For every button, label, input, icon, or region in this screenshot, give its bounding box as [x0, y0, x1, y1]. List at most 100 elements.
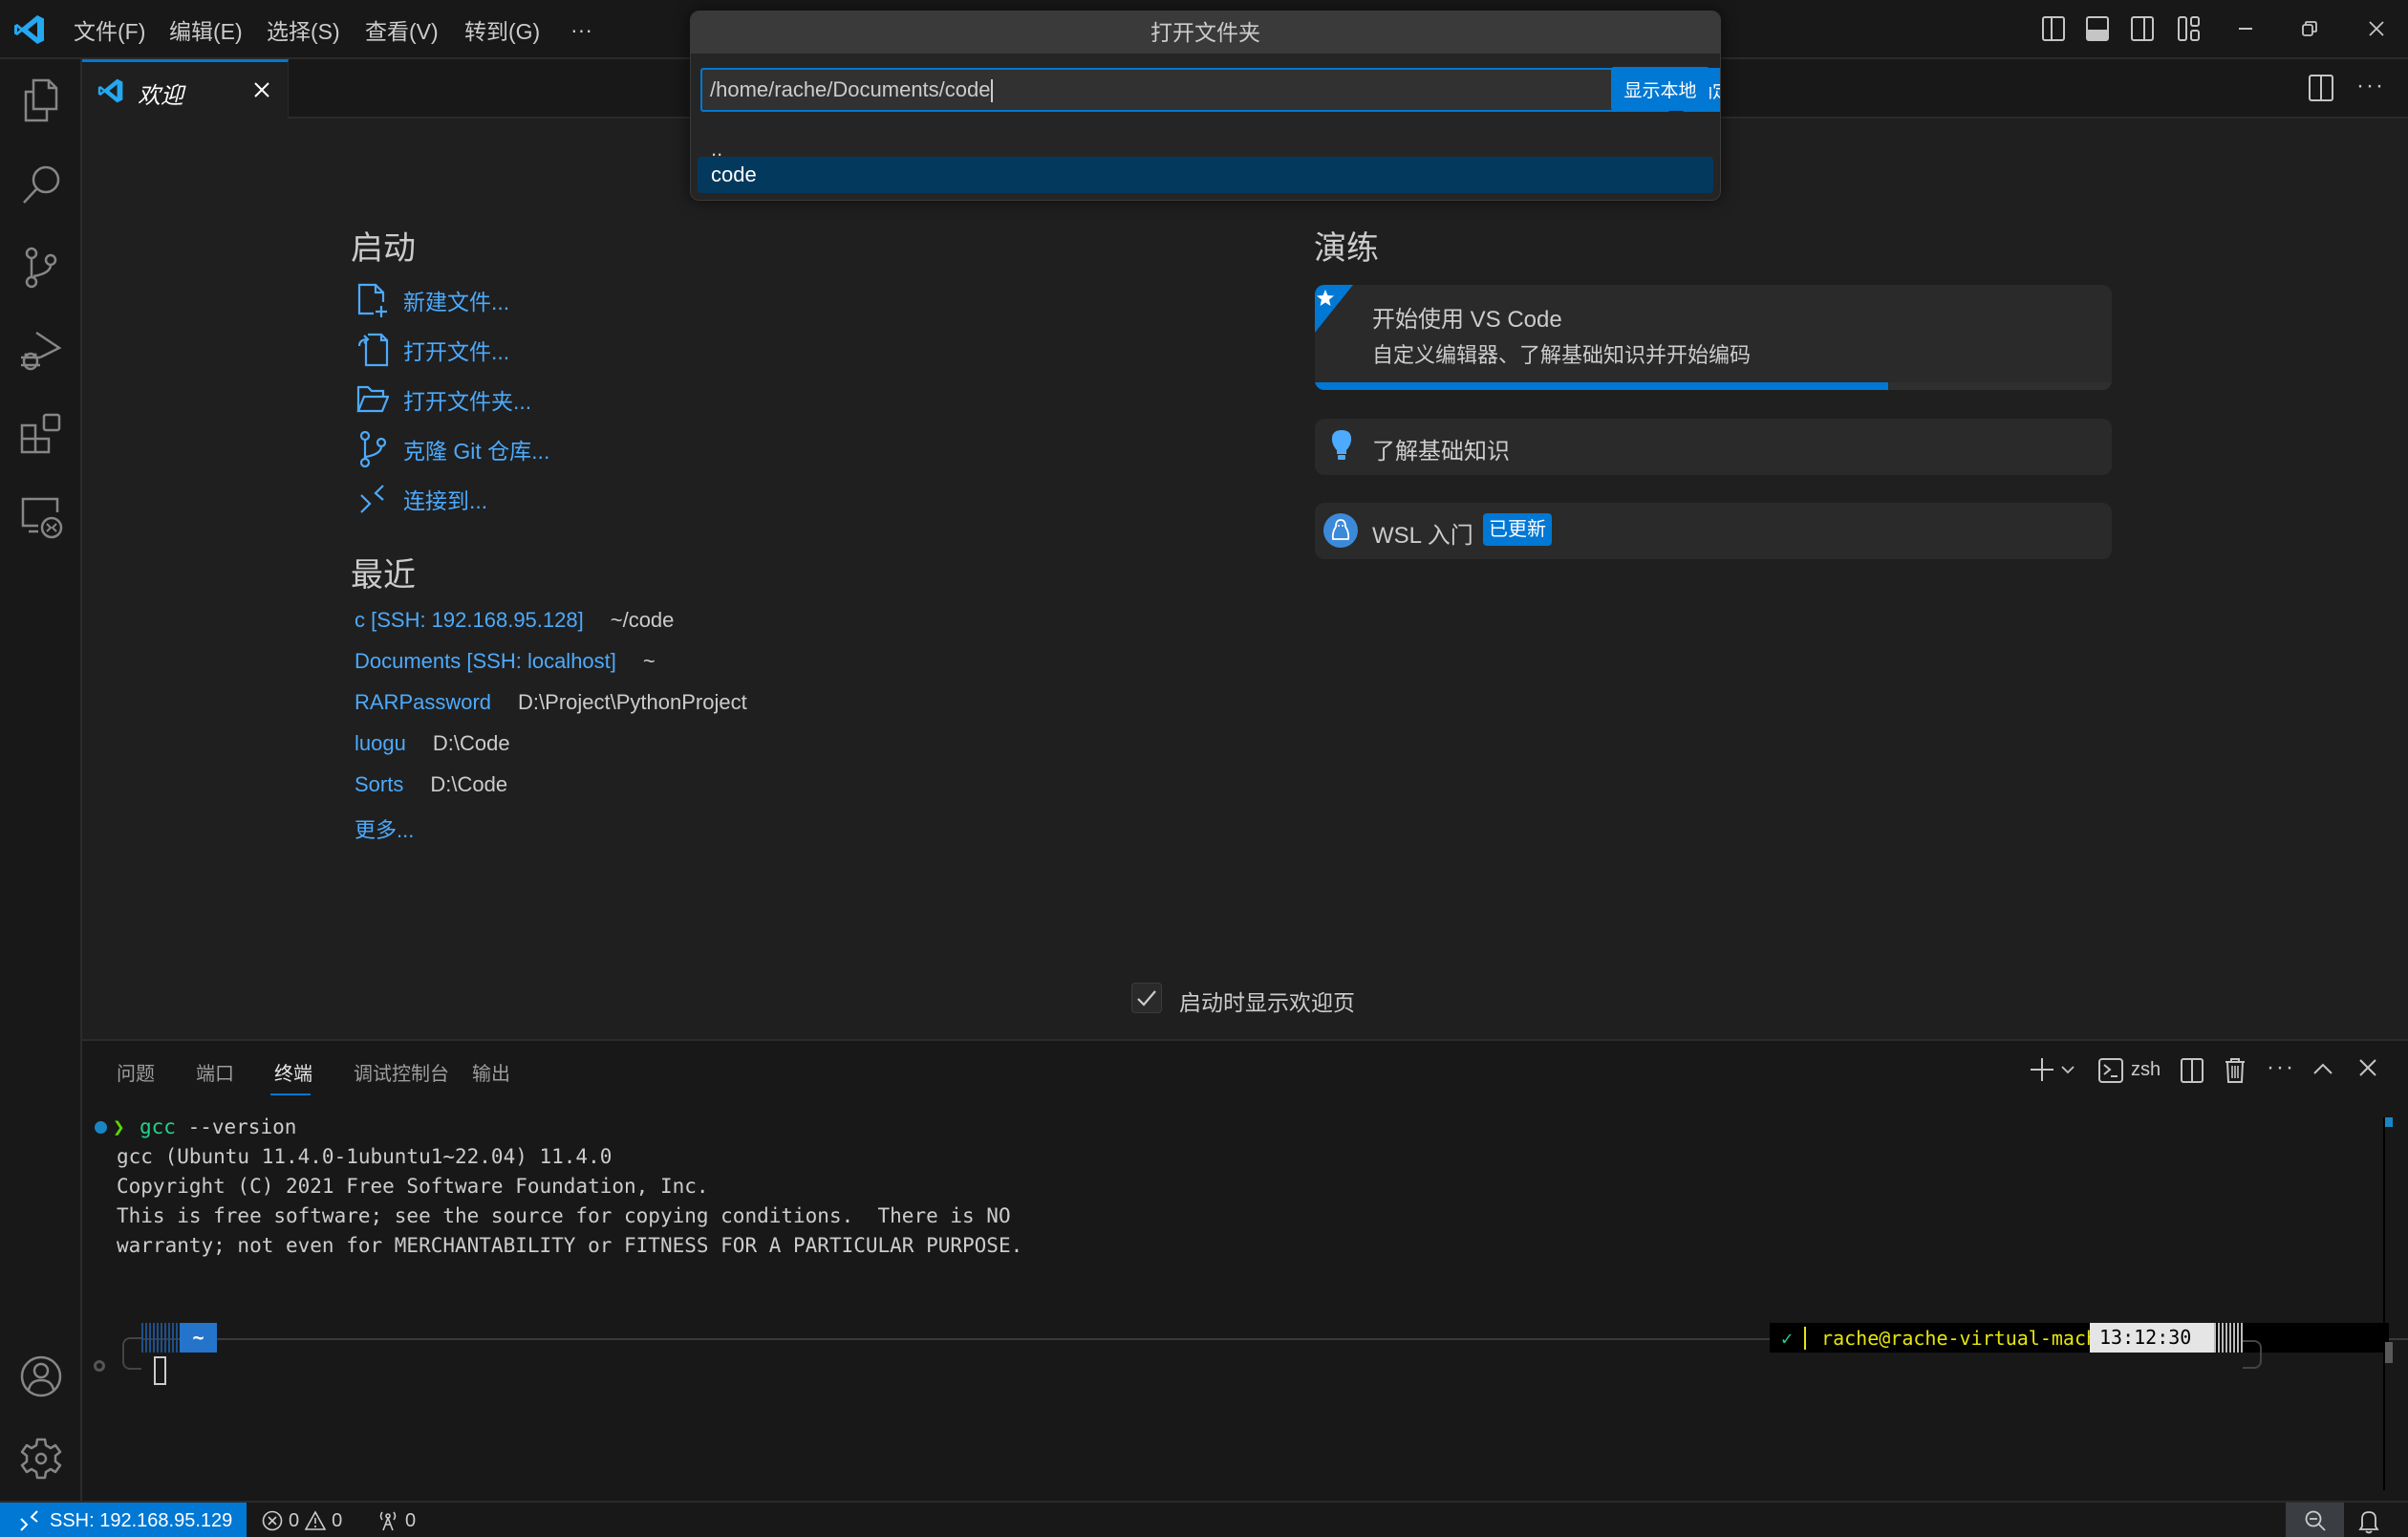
prompt-frame-right — [2243, 1340, 2262, 1369]
walkthroughs-heading: 演练 — [1314, 230, 1379, 267]
updated-badge: 已更新 — [1483, 513, 1552, 546]
toggle-primary-sidebar-button[interactable] — [2034, 10, 2073, 48]
menu-more[interactable]: ··· — [560, 0, 603, 59]
show-on-startup-label: 启动时显示欢迎页 — [1179, 990, 1355, 1015]
open-folder-quick-input: 打开文件夹 /home/rache/Documents/code 确定 — [690, 11, 1721, 201]
panel-more-actions-icon[interactable]: ··· — [2267, 1054, 2295, 1081]
open-file-icon — [354, 331, 392, 369]
recent-item[interactable]: RARPassword D:\Project\PythonProject — [355, 690, 747, 715]
open-file-link[interactable]: 打开文件... — [354, 330, 509, 370]
show-local-button[interactable]: 显示本地 — [1611, 67, 1709, 111]
vscode-logo-icon — [13, 13, 46, 46]
restore-button[interactable] — [2290, 10, 2329, 48]
activity-bar — [0, 59, 82, 1501]
more-recent-link[interactable]: 更多... — [355, 813, 414, 844]
terminal-dropdown-chevron-icon[interactable] — [2060, 1064, 2075, 1075]
remote-connect-icon — [354, 480, 392, 518]
quick-input-title: 打开文件夹 — [691, 11, 1720, 54]
menu-edit[interactable]: 编辑(E) — [159, 0, 253, 59]
minimize-button[interactable] — [2226, 10, 2265, 48]
linux-penguin-icon — [1323, 513, 1358, 548]
accounts-icon[interactable] — [17, 1353, 65, 1400]
source-control-icon[interactable] — [17, 244, 65, 292]
broadcast-icon — [379, 1511, 397, 1531]
active-tab-indicator — [270, 1093, 311, 1095]
customize-layout-button[interactable] — [2170, 10, 2208, 48]
clone-git-link[interactable]: 克隆 Git 仓库... — [354, 429, 549, 469]
search-icon[interactable] — [17, 161, 65, 208]
tab-close-icon[interactable] — [252, 80, 271, 99]
explorer-icon[interactable] — [17, 76, 65, 124]
folder-path-input[interactable]: /home/rache/Documents/code — [700, 68, 1670, 112]
terminal-scroll-border — [2383, 1117, 2385, 1490]
prompt-time-fade — [2214, 1323, 2243, 1353]
close-icon — [2369, 21, 2384, 36]
tab-label: 欢迎 — [138, 83, 183, 109]
new-file-icon — [354, 281, 392, 319]
terminal-scrollbar-thumb[interactable] — [2385, 1342, 2393, 1363]
menu-view[interactable]: 查看(V) — [355, 0, 449, 59]
terminal-command-line: gcc --version — [140, 1115, 297, 1138]
featured-title: 开始使用 VS Code — [1372, 307, 1562, 333]
run-debug-icon[interactable] — [17, 327, 65, 375]
open-folder-link[interactable]: 打开文件夹... — [354, 379, 531, 420]
panel-tab-terminal[interactable]: 终端 — [274, 1058, 312, 1086]
shell-name[interactable]: zsh — [2131, 1059, 2161, 1081]
prompt-status-icon: ✓ — [1781, 1326, 1794, 1350]
manage-gear-icon[interactable] — [17, 1435, 65, 1483]
menu-file[interactable]: 文件(F) — [63, 0, 156, 59]
terminal-shell-icon[interactable] — [2098, 1058, 2123, 1083]
prompt-time: 13:12:30 — [2090, 1323, 2214, 1353]
featured-description: 自定义编辑器、了解基础知识并开始编码 — [1372, 343, 1752, 367]
new-file-link[interactable]: 新建文件... — [354, 280, 509, 320]
split-editor-button[interactable] — [2309, 75, 2333, 101]
connect-to-link[interactable]: 连接到... — [354, 479, 487, 519]
forwarded-ports-status[interactable]: 0 — [376, 1503, 416, 1537]
kill-terminal-button[interactable] — [2225, 1057, 2246, 1084]
panel-tab-debug-console[interactable]: 调试控制台 — [354, 1058, 449, 1086]
command-success-decoration[interactable] — [95, 1121, 107, 1134]
problems-status[interactable]: 0 0 — [262, 1503, 342, 1537]
recent-item[interactable]: Documents [SSH: localhost] ~ — [355, 649, 656, 674]
split-editor-icon — [2309, 75, 2333, 101]
tab-welcome[interactable]: 欢迎 — [82, 59, 289, 119]
toggle-secondary-sidebar-button[interactable] — [2123, 10, 2161, 48]
terminal-output-line: This is free software; see the source fo… — [117, 1204, 1011, 1227]
notifications-bell-icon[interactable] — [2358, 1509, 2379, 1534]
zoom-reset-button[interactable] — [2286, 1503, 2344, 1537]
prompt-dir-fade — [141, 1323, 180, 1353]
show-on-startup-checkbox[interactable] — [1131, 983, 1162, 1013]
remote-explorer-icon[interactable] — [17, 493, 65, 541]
new-terminal-button[interactable] — [2030, 1057, 2054, 1082]
menu-selection[interactable]: 选择(S) — [256, 0, 351, 59]
extensions-icon[interactable] — [17, 410, 65, 458]
panel-tab-output[interactable]: 输出 — [472, 1058, 510, 1086]
recent-item[interactable]: c [SSH: 192.168.95.128] ~/code — [355, 608, 674, 633]
menu-go[interactable]: 转到(G) — [454, 0, 550, 59]
panel-tab-ports[interactable]: 端口 — [196, 1058, 234, 1086]
command-pending-decoration[interactable] — [94, 1360, 105, 1372]
maximize-panel-button[interactable] — [2312, 1062, 2333, 1075]
panel: 问题 端口 终端 调试控制台 输出 zsh ··· ❯ gcc --versio… — [82, 1039, 2408, 1501]
close-window-button[interactable] — [2357, 10, 2396, 48]
walkthrough-wsl[interactable]: WSL 入门 已更新 — [1315, 503, 2112, 559]
split-terminal-button[interactable] — [2181, 1058, 2204, 1083]
panel-tab-problems[interactable]: 问题 — [117, 1058, 155, 1086]
featured-progress-fill — [1315, 382, 1889, 390]
close-panel-button[interactable] — [2358, 1058, 2377, 1077]
recent-item[interactable]: Sorts D:\Code — [355, 772, 507, 797]
walkthrough-basics[interactable]: 了解基础知识 — [1315, 419, 2112, 475]
walkthrough-featured-card[interactable]: 开始使用 VS Code 自定义编辑器、了解基础知识并开始编码 — [1315, 285, 2112, 390]
restore-icon — [2302, 21, 2317, 36]
minimize-icon — [2239, 28, 2252, 30]
editor-more-actions-icon[interactable]: ··· — [2356, 73, 2385, 99]
recent-item[interactable]: luogu D:\Code — [355, 731, 510, 756]
toggle-panel-button[interactable] — [2078, 10, 2117, 48]
terminal-output-line: Copyright (C) 2021 Free Software Foundat… — [117, 1175, 709, 1198]
layout-panel-icon — [2086, 16, 2109, 41]
lightbulb-icon — [1330, 429, 1353, 462]
remote-indicator[interactable]: SSH: 192.168.95.129 — [0, 1503, 247, 1537]
walkthrough-wsl-title: WSL 入门 — [1372, 523, 1473, 549]
featured-progress-track — [1315, 382, 2112, 390]
prompt-frame-line — [141, 1338, 1183, 1340]
